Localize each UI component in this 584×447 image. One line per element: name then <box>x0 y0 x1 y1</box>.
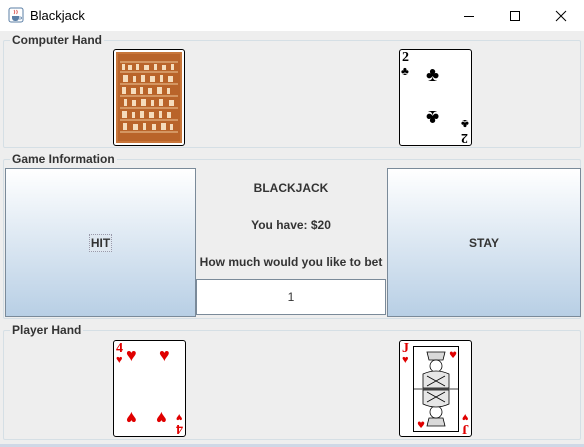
title-bar[interactable]: Blackjack <box>0 0 584 31</box>
card-pip: ♣ <box>426 106 440 128</box>
card-suit-small-top: ♥ <box>402 354 409 366</box>
bet-input[interactable]: 1 <box>196 279 386 315</box>
close-button[interactable] <box>538 0 584 31</box>
card-suit-small-top: ♥ <box>116 354 123 366</box>
player-card-4: 4 ♥ ♥ ♥ ♥ ♥ ♥ 4 <box>113 340 186 437</box>
hit-button[interactable]: HIT <box>5 168 196 317</box>
card-rank-bottom: 4 <box>176 421 183 436</box>
stay-button-label: STAY <box>468 235 499 250</box>
jack-portrait-icon: ♥ ♥ <box>413 346 459 432</box>
maximize-button[interactable] <box>492 0 538 31</box>
java-cup-icon <box>8 7 24 23</box>
computer-hand-legend: Computer Hand <box>10 33 104 47</box>
close-icon <box>555 10 567 21</box>
bet-prompt: How much would you like to bet <box>199 255 383 269</box>
card-pip: ♥ <box>126 408 137 428</box>
card-rank-bottom: 2 <box>461 130 468 145</box>
game-information-legend: Game Information <box>10 152 117 166</box>
card-pip: ♥ <box>159 345 170 365</box>
minimize-button[interactable] <box>446 0 492 31</box>
card-back-icon <box>116 52 182 143</box>
minimize-icon <box>464 15 474 17</box>
card-rank-bottom: J <box>462 421 469 436</box>
card-pip: ♥ <box>126 345 137 365</box>
stay-button[interactable]: STAY <box>387 168 581 317</box>
svg-text:♥: ♥ <box>417 421 425 431</box>
window-title: Blackjack <box>30 8 85 23</box>
computer-card-back <box>113 49 185 146</box>
player-card-jack: J ♥ ♥ ♥ ♥ J <box>399 340 472 437</box>
player-hand-legend: Player Hand <box>10 323 84 337</box>
hit-button-label: HIT <box>88 233 113 252</box>
main-content: Computer Hand 2 ♣ ♣ ♣ ♣ 2 Game Informati… <box>0 31 584 447</box>
game-heading: BLACKJACK <box>253 181 329 195</box>
card-pip: ♣ <box>426 64 440 86</box>
card-pip: ♥ <box>156 408 167 428</box>
card-suit-small-top: ♣ <box>401 64 409 78</box>
svg-text:♥: ♥ <box>449 351 457 361</box>
balance-text: You have: $20 <box>251 218 331 232</box>
computer-card-2: 2 ♣ ♣ ♣ ♣ 2 <box>399 49 472 146</box>
maximize-icon <box>510 10 520 21</box>
computer-hand-panel: Computer Hand 2 ♣ ♣ ♣ ♣ 2 <box>3 33 581 148</box>
player-hand-panel: Player Hand 4 ♥ ♥ ♥ ♥ ♥ ♥ 4 J ♥ ♥ ♥ ♥ J <box>3 323 581 440</box>
